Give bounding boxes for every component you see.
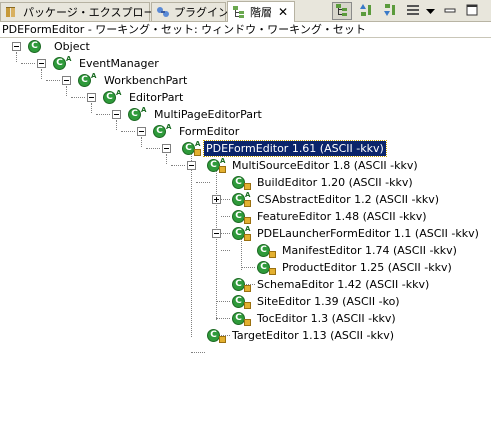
hierarchy-icon xyxy=(231,4,247,20)
tree-node-label: WorkbenchPart xyxy=(104,74,188,87)
type-hierarchy-icon xyxy=(335,3,349,20)
tree-node-label: Object xyxy=(54,40,90,53)
class-icon: C xyxy=(128,108,141,121)
lock-badge-icon xyxy=(219,336,226,343)
minimize-icon xyxy=(443,3,457,20)
abstract-badge-icon: A xyxy=(245,191,251,199)
lock-badge-icon xyxy=(219,166,226,173)
collapse-toggle[interactable] xyxy=(87,93,96,102)
tree-node-label: EventManager xyxy=(79,57,159,70)
tree-node-label: MultiSourceEditor 1.8 (ASCII -kkv) xyxy=(232,159,418,172)
abstract-badge-icon: A xyxy=(66,55,72,63)
maximize-button[interactable] xyxy=(462,2,482,20)
lock-badge-icon xyxy=(244,302,251,309)
tab-label: 階層 xyxy=(250,6,272,19)
lock-badge-icon xyxy=(244,200,251,207)
tab-package-explorer[interactable]: パッケージ・エクスプローラー xyxy=(0,2,176,21)
tree-node-label: ManifestEditor 1.74 (ASCII -kkv) xyxy=(282,244,457,257)
layout-button[interactable] xyxy=(402,2,424,20)
collapse-toggle[interactable] xyxy=(12,42,21,51)
abstract-badge-icon: A xyxy=(91,72,97,80)
collapse-toggle[interactable] xyxy=(212,229,221,238)
tree-node-label: TocEditor 1.3 (ASCII -kkv) xyxy=(257,312,396,325)
subtype-hierarchy-button[interactable] xyxy=(380,2,400,20)
tab-plugins[interactable]: プラグイン xyxy=(151,2,229,21)
tree-node-label: BuildEditor 1.20 (ASCII -kkv) xyxy=(257,176,413,189)
type-hierarchy-tree[interactable]: C Object C A EventManager C A WorkbenchP… xyxy=(0,38,491,423)
tree-node-label: SiteEditor 1.39 (ASCII -ko) xyxy=(257,295,400,308)
package-explorer-icon xyxy=(4,4,20,20)
tree-node-label: FormEditor xyxy=(179,125,240,138)
tree-node-label: CSAbstractEditor 1.2 (ASCII -kkv) xyxy=(257,193,440,206)
plugins-icon xyxy=(155,4,171,20)
supertype-hierarchy-icon xyxy=(359,3,373,20)
lock-badge-icon xyxy=(244,319,251,326)
lock-badge-icon xyxy=(269,268,276,275)
minimize-button[interactable] xyxy=(440,2,460,20)
tree-node-label: SchemaEditor 1.42 (ASCII -kkv) xyxy=(257,278,430,291)
chevron-down-icon xyxy=(425,5,435,18)
class-icon: C xyxy=(28,40,41,53)
abstract-badge-icon: A xyxy=(195,140,201,148)
class-icon: C xyxy=(153,125,166,138)
tree-node-label: TargetEditor 1.13 (ASCII -kkv) xyxy=(232,329,395,342)
lock-badge-icon xyxy=(244,217,251,224)
tab-label: プラグイン xyxy=(174,6,229,19)
class-icon: C xyxy=(78,74,91,87)
tree-node-label: EditorPart xyxy=(129,91,184,104)
expand-toggle[interactable] xyxy=(212,195,221,204)
lock-badge-icon xyxy=(194,149,201,156)
collapse-toggle[interactable] xyxy=(137,127,146,136)
tree-node-label: PDELauncherFormEditor 1.1 (ASCII -kkv) xyxy=(257,227,479,240)
view-tab-bar: パッケージ・エクスプローラー プラグイン 階層 ✕ xyxy=(0,0,491,22)
lock-badge-icon xyxy=(244,183,251,190)
lock-badge-icon xyxy=(269,251,276,258)
class-icon: C xyxy=(53,57,66,70)
collapse-toggle[interactable] xyxy=(187,161,196,170)
lock-badge-icon xyxy=(244,234,251,241)
tree-node-label: MultiPageEditorPart xyxy=(154,108,262,121)
collapse-toggle[interactable] xyxy=(162,144,171,153)
abstract-badge-icon: A xyxy=(220,157,226,165)
layout-icon xyxy=(406,3,420,20)
collapse-toggle[interactable] xyxy=(112,110,121,119)
abstract-badge-icon: A xyxy=(141,106,147,114)
tree-node-label: PDEFormEditor 1.61 (ASCII -kkv) xyxy=(203,140,387,157)
supertype-hierarchy-button[interactable] xyxy=(356,2,376,20)
collapse-toggle[interactable] xyxy=(62,76,71,85)
view-menu-button[interactable] xyxy=(423,2,437,20)
maximize-icon xyxy=(465,3,479,20)
tab-hierarchy[interactable]: 階層 ✕ xyxy=(227,1,295,22)
abstract-badge-icon: A xyxy=(245,225,251,233)
lock-badge-icon xyxy=(244,285,251,292)
collapse-toggle[interactable] xyxy=(37,59,46,68)
type-hierarchy-button[interactable] xyxy=(332,2,352,20)
tree-node-label: FeatureEditor 1.48 (ASCII -kkv) xyxy=(257,210,427,223)
subtype-hierarchy-icon xyxy=(383,3,397,20)
close-icon[interactable]: ✕ xyxy=(277,5,289,19)
abstract-badge-icon: A xyxy=(166,123,172,131)
class-icon: C xyxy=(103,91,116,104)
abstract-badge-icon: A xyxy=(116,89,122,97)
tree-node-label: ProductEditor 1.25 (ASCII -kkv) xyxy=(282,261,452,274)
hierarchy-status-line: PDEFormEditor - ワーキング・セット: ウィンドウ・ワーキング・セ… xyxy=(0,22,491,38)
